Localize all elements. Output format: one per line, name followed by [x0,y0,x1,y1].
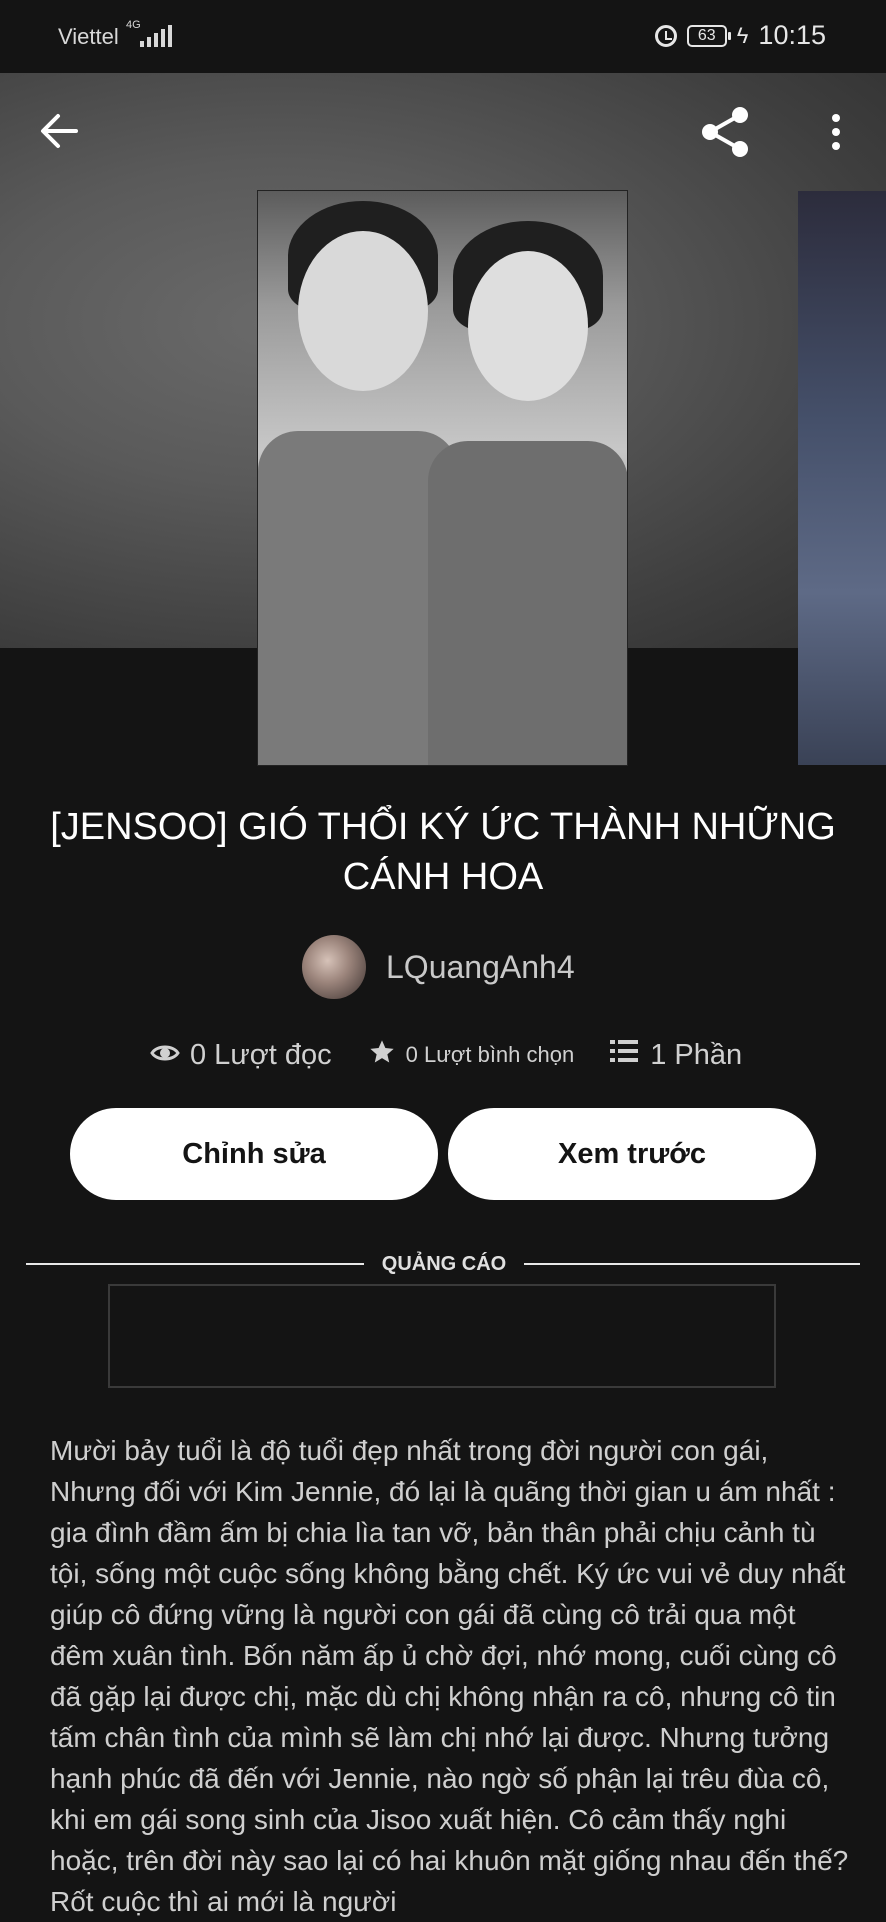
story-title: [JENSOO] GIÓ THỔI KÝ ỨC THÀNH NHỮNG CÁNH… [50,806,836,898]
story-description: Mười bảy tuổi là độ tuổi đẹp nhất trong … [50,1435,849,1917]
charging-bolt-icon: ϟ [736,22,749,48]
votes-count: 0 Lượt bình chọn [405,1042,575,1067]
star-icon [368,1038,396,1072]
back-arrow-icon[interactable] [38,110,80,152]
edit-button[interactable]: Chỉnh sửa [70,1108,438,1200]
reads-count: 0 Lượt đọc [190,1038,332,1071]
clock: 10:15 [758,20,826,50]
divider [26,1263,364,1265]
signal-icon [140,25,172,47]
parts-count[interactable]: 1 Phần [650,1039,742,1072]
alarm-icon [654,24,677,47]
status-bar: Viettel 4G 63 ϟ 10:15 [0,0,886,73]
list-icon [610,1038,640,1072]
preview-button[interactable]: Xem trước [448,1108,816,1200]
next-story-cover-image[interactable] [798,191,886,765]
battery-level: 63 [697,26,716,44]
avatar[interactable] [302,935,366,999]
carrier-name: Viettel [58,24,119,49]
network-type: 4G [126,19,141,31]
share-icon[interactable] [698,104,754,160]
reads-stat: 0 Lượt đọc [150,1039,332,1072]
more-vertical-icon[interactable] [822,110,850,154]
story-cover-image[interactable] [257,190,628,766]
parts-stat[interactable]: 1 Phần [610,1038,742,1072]
author-link[interactable]: LQuangAnh4 [302,935,575,999]
divider [524,1263,860,1265]
story-stats: 0 Lượt đọc 0 Lượt bình chọn 1 Phần [150,1038,742,1072]
battery-icon: 63 [686,24,731,47]
ad-label: QUẢNG CÁO [381,1253,507,1275]
ad-slot[interactable] [108,1284,776,1388]
author-name[interactable]: LQuangAnh4 [386,949,575,986]
eye-icon [150,1039,180,1072]
votes-stat: 0 Lượt bình chọn [368,1038,575,1072]
